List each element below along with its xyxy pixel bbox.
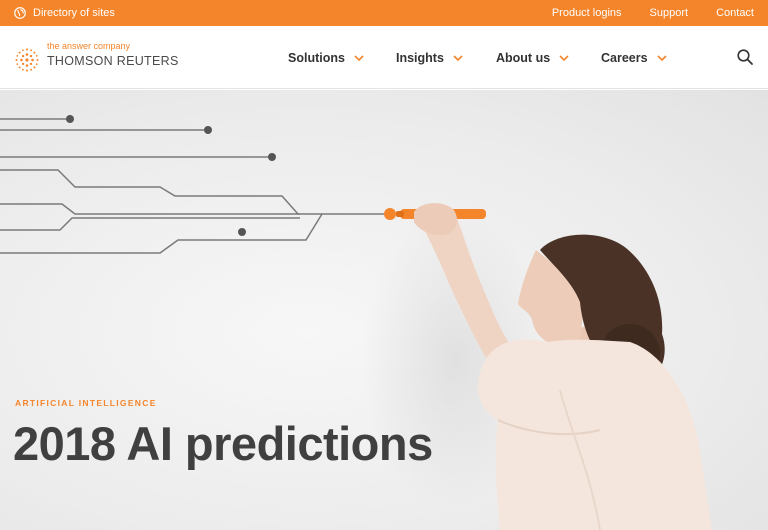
nav-item-careers[interactable]: Careers bbox=[601, 26, 667, 89]
search-icon[interactable] bbox=[736, 48, 754, 66]
chevron-down-icon bbox=[354, 54, 364, 61]
hero-headline[interactable]: 2018 AI predictions bbox=[13, 416, 433, 471]
circuit-lines bbox=[0, 118, 390, 254]
nav-label: Careers bbox=[601, 50, 648, 65]
chevron-down-icon bbox=[453, 54, 463, 61]
nav-label: About us bbox=[496, 50, 551, 65]
product-logins-link[interactable]: Product logins bbox=[552, 7, 622, 19]
chevron-down-icon bbox=[559, 54, 569, 61]
hero-banner[interactable]: ARTIFICIAL INTELLIGENCE 2018 AI predicti… bbox=[0, 90, 768, 530]
nav-label: Solutions bbox=[288, 50, 345, 65]
dot-sphere-logo-icon bbox=[15, 48, 39, 72]
logo-tagline: the answer company bbox=[47, 41, 131, 51]
hero-category: ARTIFICIAL INTELLIGENCE bbox=[15, 398, 157, 408]
directory-of-sites-label: Directory of sites bbox=[33, 7, 115, 19]
utility-bar: Directory of sites Product logins Suppor… bbox=[0, 0, 768, 26]
contact-link[interactable]: Contact bbox=[716, 7, 754, 19]
nav-label: Insights bbox=[396, 50, 444, 65]
nav-item-solutions[interactable]: Solutions bbox=[288, 26, 364, 89]
nav-item-about-us[interactable]: About us bbox=[496, 26, 569, 89]
globe-icon bbox=[14, 7, 26, 19]
nav-item-insights[interactable]: Insights bbox=[396, 26, 463, 89]
woman-figure bbox=[414, 203, 712, 530]
directory-of-sites-link[interactable]: Directory of sites bbox=[14, 0, 115, 26]
chevron-down-icon bbox=[657, 54, 667, 61]
thomson-reuters-logo[interactable]: the answer company THOMSON REUTERS bbox=[14, 40, 178, 76]
main-header: the answer company THOMSON REUTERS Solut… bbox=[0, 26, 768, 89]
support-link[interactable]: Support bbox=[650, 7, 689, 19]
logo-brand-name: THOMSON REUTERS bbox=[47, 54, 179, 68]
